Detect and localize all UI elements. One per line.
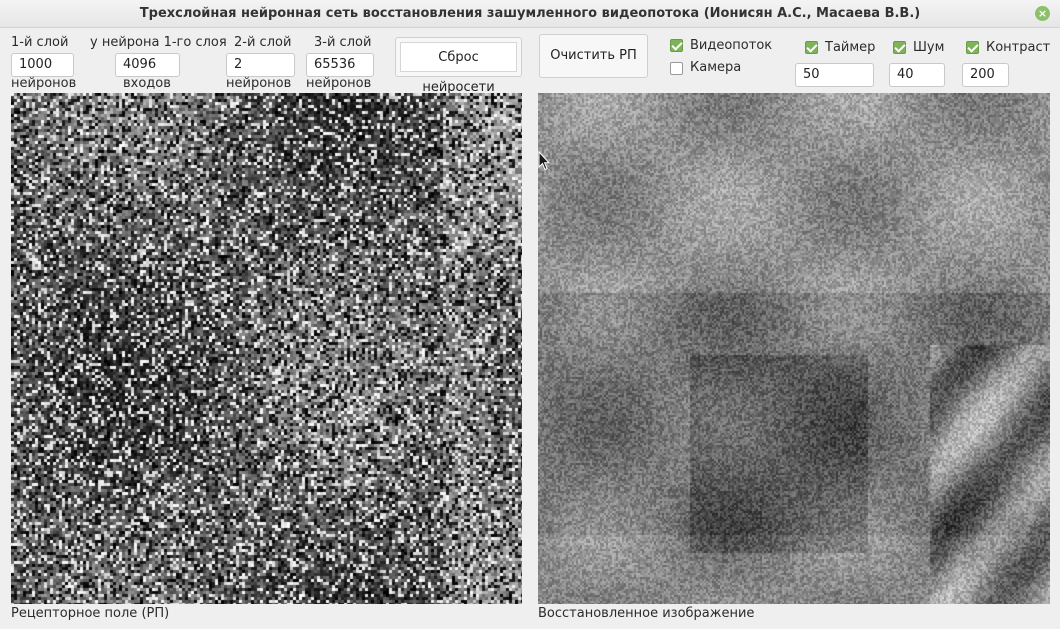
window-title: Трехслойная нейронная сеть восстановлени… bbox=[139, 6, 921, 21]
contrast-label: Контраст bbox=[986, 40, 1051, 55]
close-window-button[interactable]: × bbox=[1035, 6, 1050, 21]
layer3-unit-label: нейронов bbox=[306, 76, 372, 91]
contrast-checkbox[interactable] bbox=[966, 41, 979, 54]
layer3-neurons-input[interactable]: 65536 bbox=[306, 53, 374, 77]
camera-checkbox[interactable] bbox=[670, 62, 683, 75]
receptor-field-caption: Рецепторное поле (РП) bbox=[11, 606, 170, 621]
inputs-count-input[interactable]: 4096 bbox=[115, 53, 180, 77]
layer1-label: 1-й слой bbox=[11, 35, 69, 50]
noise-checkbox[interactable] bbox=[893, 41, 906, 54]
restored-image-canvas bbox=[538, 93, 1050, 604]
timer-label: Таймер bbox=[825, 40, 876, 55]
inputs-label: у нейрона 1-го слоя bbox=[90, 35, 227, 50]
mouse-cursor-icon bbox=[538, 151, 550, 171]
layer2-label: 2-й слой bbox=[234, 35, 292, 50]
receptor-field-canvas[interactable] bbox=[11, 93, 522, 604]
reset-network-button[interactable]: Сброс нейросети bbox=[395, 37, 522, 95]
timer-checkbox[interactable] bbox=[805, 41, 818, 54]
layer1-unit-label: нейронов bbox=[11, 76, 77, 91]
camera-label: Камера bbox=[690, 60, 742, 75]
noise-input[interactable]: 40 bbox=[889, 63, 945, 87]
timer-input[interactable]: 50 bbox=[795, 63, 874, 87]
inputs-unit-label: входов bbox=[123, 76, 171, 91]
video-checkbox[interactable] bbox=[670, 39, 683, 52]
video-label: Видеопоток bbox=[690, 38, 773, 53]
layer2-unit-label: нейронов bbox=[226, 76, 292, 91]
close-icon: × bbox=[1037, 7, 1048, 20]
noise-label: Шум bbox=[913, 40, 945, 55]
contrast-input[interactable]: 200 bbox=[962, 63, 1009, 87]
window-titlebar: Трехслойная нейронная сеть восстановлени… bbox=[0, 0, 1060, 28]
reset-network-label: Сброс нейросети bbox=[400, 42, 517, 95]
restored-image-caption: Восстановленное изображение bbox=[538, 606, 755, 621]
layer2-neurons-input[interactable]: 2 bbox=[226, 53, 295, 77]
layer1-neurons-input[interactable]: 1000 bbox=[11, 53, 74, 77]
clear-receptor-field-button[interactable]: Очистить РП bbox=[539, 34, 648, 78]
layer3-label: 3-й слой bbox=[314, 35, 372, 50]
